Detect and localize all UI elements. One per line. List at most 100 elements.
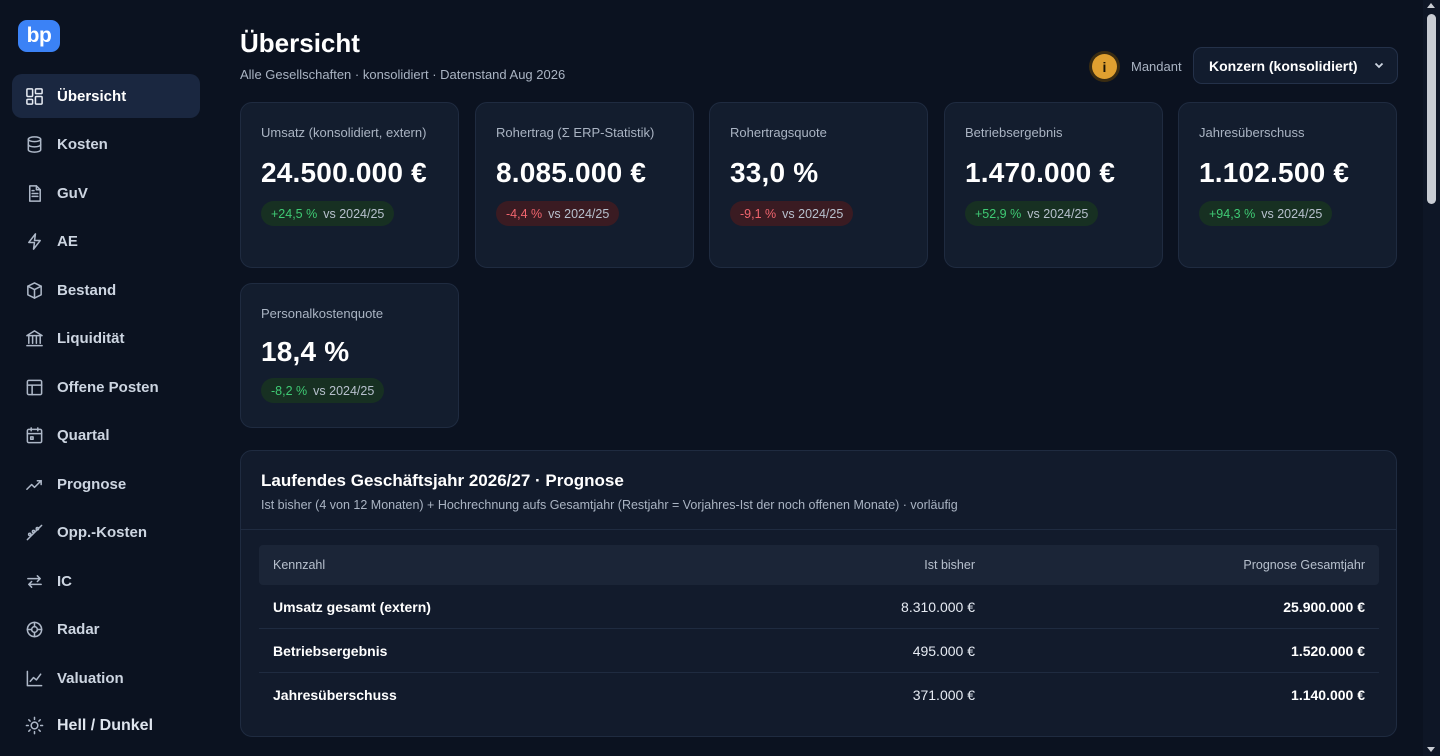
sidebar-item-label: Offene Posten (57, 378, 159, 396)
table-cell-ist: 8.310.000 € (901, 598, 975, 615)
bank-icon (25, 329, 44, 348)
kpi-delta-percent: +52,9 % (975, 206, 1022, 221)
kpi-label: Rohertragsquote (730, 125, 827, 140)
table-header: Kennzahl Ist bisher Prognose Gesamtjahr (259, 545, 1379, 585)
column-header-prognose[interactable]: Prognose Gesamtjahr (975, 558, 1365, 572)
app-logo[interactable]: bp (18, 20, 60, 52)
sidebar-item-label: Bestand (57, 281, 117, 299)
divider (241, 529, 1396, 530)
kpi-label: Umsatz (konsolidiert, extern) (261, 125, 427, 140)
column-header-kennzahl[interactable]: Kennzahl (259, 558, 729, 572)
kpi-value: 8.085.000 € (496, 157, 647, 188)
sidebar-item-label: Kosten (57, 136, 108, 153)
table-row: Betriebsergebnis 495.000 € 1.520.000 € (259, 629, 1379, 673)
sidebar-item-label: Opp.-Kosten (57, 524, 147, 541)
table-cell-prognose: 25.900.000 € (1283, 598, 1365, 615)
theme-toggle-button[interactable]: Hell / Dunkel (25, 716, 153, 735)
lightning-icon (25, 232, 44, 251)
sidebar-item-kosten[interactable]: Kosten (12, 123, 200, 167)
document-icon (25, 184, 44, 203)
sidebar-item-uebersicht[interactable]: Übersicht (12, 74, 200, 118)
kpi-delta-badge: -4,4 % vs 2024/25 (496, 201, 620, 226)
sidebar-item-guv[interactable]: GuV (12, 171, 200, 215)
kpi-card-betriebsergebnis: Betriebsergebnis 1.470.000 € +52,9 % vs … (944, 102, 1163, 268)
table-row: Jahresüberschuss 371.000 € 1.140.000 € (259, 673, 1379, 717)
scrollbar-thumb[interactable] (1427, 14, 1436, 204)
sidebar-item-offene-posten[interactable]: Offene Posten (12, 365, 200, 409)
dashboard-grid-icon (25, 87, 44, 106)
mandant-label: Mandant (1131, 59, 1182, 74)
kpi-delta-badge: +52,9 % vs 2024/25 (965, 201, 1099, 226)
sidebar-item-label: Quartal (57, 427, 110, 444)
chevron-down-icon (1373, 58, 1385, 70)
line-chart-icon (25, 669, 44, 688)
kpi-delta-percent: +94,3 % (1209, 206, 1256, 221)
kpi-value: 1.102.500 € (1199, 157, 1350, 188)
kpi-delta-percent: -4,4 % (506, 206, 543, 221)
forecast-panel: Laufendes Geschäftsjahr 2026/27 · Progno… (240, 450, 1397, 737)
info-icon[interactable]: i (1092, 54, 1117, 79)
forecast-title: Laufendes Geschäftsjahr 2026/27 · Progno… (261, 471, 624, 490)
sidebar-item-opp-kosten[interactable]: Opp.-Kosten (12, 511, 200, 555)
table-cell-prognose: 1.140.000 € (1291, 687, 1365, 703)
kpi-delta-badge: -9,1 % vs 2024/25 (730, 201, 854, 226)
sidebar-item-valuation[interactable]: Valuation (12, 656, 200, 700)
radar-icon (25, 620, 44, 639)
kpi-card-personalkostenquote: Personalkostenquote 18,4 % -8,2 % vs 202… (240, 283, 459, 428)
kpi-card-rohertragsquote: Rohertragsquote 33,0 % -9,1 % vs 2024/25 (709, 102, 928, 268)
sidebar-item-radar[interactable]: Radar (12, 608, 200, 652)
kpi-delta-compare: vs 2024/25 (782, 206, 844, 221)
kpi-value: 18,4 % (261, 336, 350, 367)
sidebar-item-label: Prognose (57, 475, 127, 493)
kpi-label: Jahresüberschuss (1199, 125, 1305, 140)
kpi-value: 1.470.000 € (965, 157, 1116, 188)
sidebar-item-prognose[interactable]: Prognose (12, 462, 200, 506)
mandant-select-value: Konzern (konsolidiert) (1209, 57, 1358, 74)
sidebar-item-ic[interactable]: IC (12, 559, 200, 603)
kpi-delta-compare: vs 2024/25 (548, 206, 610, 221)
scatter-line-icon (25, 523, 44, 542)
kpi-delta-compare: vs 2024/25 (323, 206, 385, 221)
page-scrollbar[interactable] (1423, 0, 1440, 756)
layout-table-icon (25, 378, 44, 397)
sidebar-item-label: GuV (57, 184, 88, 202)
table-cell-kennzahl: Umsatz gesamt (extern) (273, 598, 431, 615)
sidebar-item-label: Radar (57, 621, 100, 638)
table-cell-ist: 371.000 € (912, 687, 975, 703)
sidebar-item-label: IC (57, 572, 72, 590)
column-header-ist-bisher[interactable]: Ist bisher (729, 558, 975, 572)
page-title: Übersicht (240, 28, 360, 58)
sidebar-item-label: Valuation (57, 669, 124, 687)
sidebar-item-quartal[interactable]: Quartal (12, 414, 200, 458)
sidebar-item-ae[interactable]: AE (12, 220, 200, 264)
table-cell-kennzahl: Betriebsergebnis (273, 642, 388, 659)
kpi-label: Personalkostenquote (261, 306, 384, 321)
scroll-down-arrow-icon[interactable] (1427, 747, 1435, 752)
mandant-select[interactable]: Konzern (konsolidiert) (1193, 47, 1398, 84)
kpi-delta-percent: -9,1 % (740, 206, 777, 221)
kpi-delta-percent: -8,2 % (271, 383, 308, 398)
kpi-label: Rohertrag (Σ ERP-Statistik) (496, 125, 655, 140)
page-subtitle: Alle Gesellschaften · konsolidiert · Dat… (240, 67, 566, 82)
theme-toggle-label: Hell / Dunkel (57, 716, 154, 734)
kpi-card-rohertrag: Rohertrag (Σ ERP-Statistik) 8.085.000 € … (475, 102, 694, 268)
kpi-value: 24.500.000 € (261, 157, 427, 188)
sidebar-item-bestand[interactable]: Bestand (12, 268, 200, 312)
sidebar-nav: Übersicht Kosten GuV AE Bestand Liquidit… (12, 74, 200, 705)
table-row: Umsatz gesamt (extern) 8.310.000 € 25.90… (259, 585, 1379, 629)
calendar-icon (25, 426, 44, 445)
sidebar-item-liquiditaet[interactable]: Liquidität (12, 317, 200, 361)
kpi-delta-badge: +24,5 % vs 2024/25 (261, 201, 395, 226)
table-cell-prognose: 1.520.000 € (1291, 642, 1365, 659)
table-cell-ist: 495.000 € (912, 642, 975, 659)
kpi-delta-compare: vs 2024/25 (313, 383, 375, 398)
sidebar-item-label: Liquidität (57, 330, 125, 347)
scroll-up-arrow-icon[interactable] (1427, 3, 1435, 8)
kpi-card-jahresueberschuss: Jahresüberschuss 1.102.500 € +94,3 % vs … (1178, 102, 1397, 268)
kpi-delta-badge: +94,3 % vs 2024/25 (1199, 201, 1333, 226)
database-icon (25, 135, 44, 154)
sidebar: bp Übersicht Kosten GuV AE Bestand Liqui… (0, 0, 212, 756)
kpi-label: Betriebsergebnis (965, 125, 1063, 140)
forecast-subtitle: Ist bisher (4 von 12 Monaten) + Hochrech… (261, 498, 958, 512)
kpi-delta-percent: +24,5 % (271, 206, 318, 221)
